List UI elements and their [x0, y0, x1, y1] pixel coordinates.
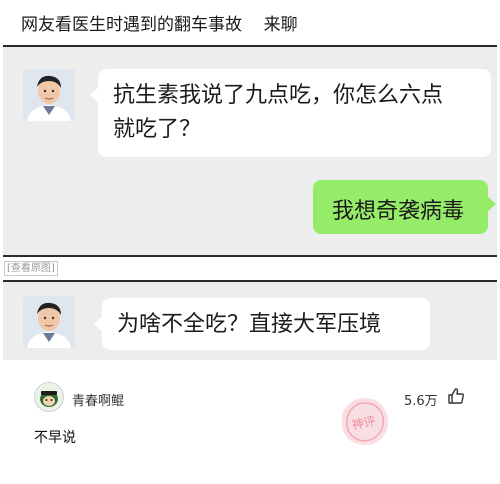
- chat-screenshot-1[interactable]: 抗生素我说了九点吃，你怎么六点 就吃了？ 我想奇袭病毒: [3, 45, 497, 257]
- post-category[interactable]: 来聊: [264, 15, 298, 35]
- post-title-text: 网友看医生时遇到的翻车事故: [21, 15, 242, 35]
- bubble-tail: [94, 316, 103, 332]
- top-comment-stamp: 神评: [341, 398, 389, 446]
- doctor-message-bubble: 抗生素我说了九点吃，你怎么六点 就吃了？: [90, 69, 491, 157]
- doctor-portrait-icon: [23, 69, 75, 121]
- top-comment: 青春啊鲲 神评 5.6万 不早说: [0, 372, 500, 484]
- patient-reply-bubble: 我想奇袭病毒: [313, 180, 496, 234]
- doctor-message-line-2: 就吃了？: [113, 117, 202, 142]
- commenter-username[interactable]: 青春啊鲲: [72, 390, 124, 409]
- doctor-avatar: [23, 296, 75, 348]
- doctor-message-line-1: 抗生素我说了九点吃，你怎么六点: [113, 83, 444, 108]
- thumbs-up-icon[interactable]: [446, 386, 466, 406]
- cartoon-avatar-icon: [35, 383, 63, 411]
- post-title: 网友看医生时遇到的翻车事故 来聊: [21, 10, 298, 35]
- doctor-portrait-icon: [23, 296, 75, 348]
- view-original-link[interactable]: [查看原图]: [4, 261, 58, 276]
- bubble-tail: [487, 196, 496, 212]
- comment-text: 不早说: [34, 430, 76, 446]
- commenter-avatar[interactable]: [34, 382, 64, 412]
- doctor-message-bubble: 为啥不全吃？直接大军压境: [94, 298, 430, 350]
- doctor-avatar: [23, 69, 75, 121]
- chat-screenshot-2[interactable]: 为啥不全吃？直接大军压境: [3, 280, 497, 360]
- doctor-message-text: 为啥不全吃？直接大军压境: [117, 312, 382, 337]
- like-count: 5.6万: [404, 394, 438, 409]
- bubble-tail: [90, 87, 99, 103]
- patient-reply-text: 我想奇袭病毒: [332, 199, 465, 224]
